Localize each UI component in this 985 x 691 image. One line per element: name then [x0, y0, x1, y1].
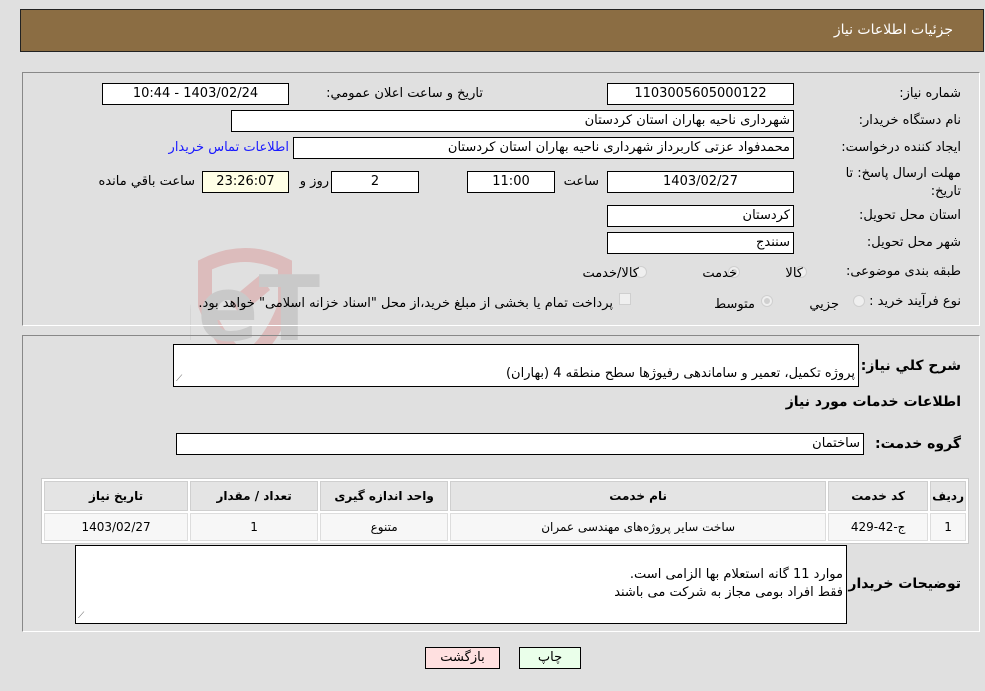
- creator-field: محمدفواد عزتی کاربرداز شهرداری ناحیه بها…: [293, 137, 794, 159]
- process-option-minor: جزيي: [809, 297, 839, 312]
- treasury-note: پرداخت تمام یا بخشی از مبلغ خرید،از محل …: [198, 296, 613, 311]
- days-label: روز و: [299, 174, 329, 189]
- need-number-field: 1103005605000122: [607, 83, 794, 105]
- buyer-notes-label: توضیحات خریدار:: [842, 576, 961, 592]
- need-info-panel: شماره نیاز: 1103005605000122 تاریخ و ساع…: [22, 72, 980, 326]
- col-row-number: ردیف: [930, 481, 966, 511]
- deadline-date-field: 1403/02/27: [607, 171, 794, 193]
- need-number-label: شماره نیاز:: [899, 86, 961, 101]
- services-table: ردیف کد خدمت نام خدمت واحد اندازه گیری ت…: [41, 478, 969, 544]
- creator-label: ایجاد کننده درخواست:: [841, 140, 961, 155]
- buyer-notes-textarea[interactable]: موارد 11 گانه استعلام بها الزامی است. فق…: [75, 545, 847, 624]
- buyer-org-label: نام دستگاه خریدار:: [858, 113, 961, 128]
- province-label: استان محل تحویل:: [859, 208, 961, 223]
- col-need-date: تاریخ نیاز: [44, 481, 189, 511]
- buyer-contact-link[interactable]: اطلاعات تماس خریدار: [169, 140, 289, 155]
- announce-datetime-field: 1403/02/24 - 10:44: [102, 83, 289, 105]
- city-field: سنندج: [607, 232, 794, 254]
- buyer-notes-text: موارد 11 گانه استعلام بها الزامی است. فق…: [614, 567, 843, 600]
- services-heading: اطلاعات خدمات مورد نیاز: [785, 394, 961, 410]
- table-row: 1 ج-42-429 ساخت سایر پروژه‌های مهندسی عم…: [44, 513, 966, 541]
- resize-grip-icon[interactable]: ⟋: [78, 612, 87, 621]
- cell-unit: متنوع: [320, 513, 449, 541]
- process-label: نوع فرآیند خرید :: [869, 294, 961, 309]
- col-unit: واحد اندازه گیری: [320, 481, 449, 511]
- description-text: پروژه تکمیل، تعمیر و ساماندهی رفیوژها سط…: [505, 366, 855, 381]
- days-remaining-field: 2: [331, 171, 419, 193]
- cell-quantity: 1: [190, 513, 319, 541]
- process-radio-medium[interactable]: [761, 295, 773, 307]
- process-option-medium: متوسط: [714, 297, 755, 312]
- remaining-time-field: 23:26:07: [202, 171, 289, 193]
- resize-grip-icon[interactable]: ⟋: [176, 375, 185, 384]
- description-textarea[interactable]: پروژه تکمیل، تعمیر و ساماندهی رفیوژها سط…: [173, 344, 859, 387]
- deadline-label: مهلت ارسال پاسخ: تا تاریخ:: [845, 166, 961, 199]
- description-label: شرح كلي نياز:: [860, 358, 961, 374]
- category-label: طبقه بندی موضوعی:: [845, 264, 961, 279]
- page-title: جزئیات اطلاعات نیاز: [833, 22, 953, 38]
- category-option-goods-service: کالا/خدمت: [582, 266, 639, 281]
- col-service-code: کد خدمت: [828, 481, 929, 511]
- cell-row-number: 1: [930, 513, 966, 541]
- deadline-time-label: ساعت: [563, 174, 599, 189]
- back-button[interactable]: بازگشت: [425, 647, 500, 669]
- process-radio-minor[interactable]: [853, 295, 865, 307]
- buyer-org-field: شهرداری ناحیه بهاران استان کردستان: [231, 110, 794, 132]
- treasury-checkbox[interactable]: [619, 293, 631, 305]
- province-field: کردستان: [607, 205, 794, 227]
- cell-service-code: ج-42-429: [828, 513, 929, 541]
- deadline-time-field: 11:00: [467, 171, 555, 193]
- category-option-goods: کالا: [785, 266, 803, 281]
- print-button[interactable]: چاپ: [519, 647, 581, 669]
- announce-label: تاریخ و ساعت اعلان عمومي:: [326, 86, 483, 101]
- category-option-service: خدمت: [702, 266, 737, 281]
- service-group-field: ساختمان: [176, 433, 864, 455]
- remaining-time-label: ساعت باقي مانده: [98, 174, 195, 189]
- cell-need-date: 1403/02/27: [44, 513, 189, 541]
- table-header-row: ردیف کد خدمت نام خدمت واحد اندازه گیری ت…: [44, 481, 966, 511]
- col-quantity: تعداد / مقدار: [190, 481, 319, 511]
- city-label: شهر محل تحویل:: [866, 235, 961, 250]
- cell-service-name: ساخت سایر پروژه‌های مهندسی عمران: [450, 513, 827, 541]
- service-group-label: گروه خدمت:: [875, 436, 961, 452]
- col-service-name: نام خدمت: [450, 481, 827, 511]
- page-header: جزئیات اطلاعات نیاز: [20, 9, 984, 52]
- details-panel: شرح كلي نياز: پروژه تکمیل، تعمیر و سامان…: [22, 335, 980, 632]
